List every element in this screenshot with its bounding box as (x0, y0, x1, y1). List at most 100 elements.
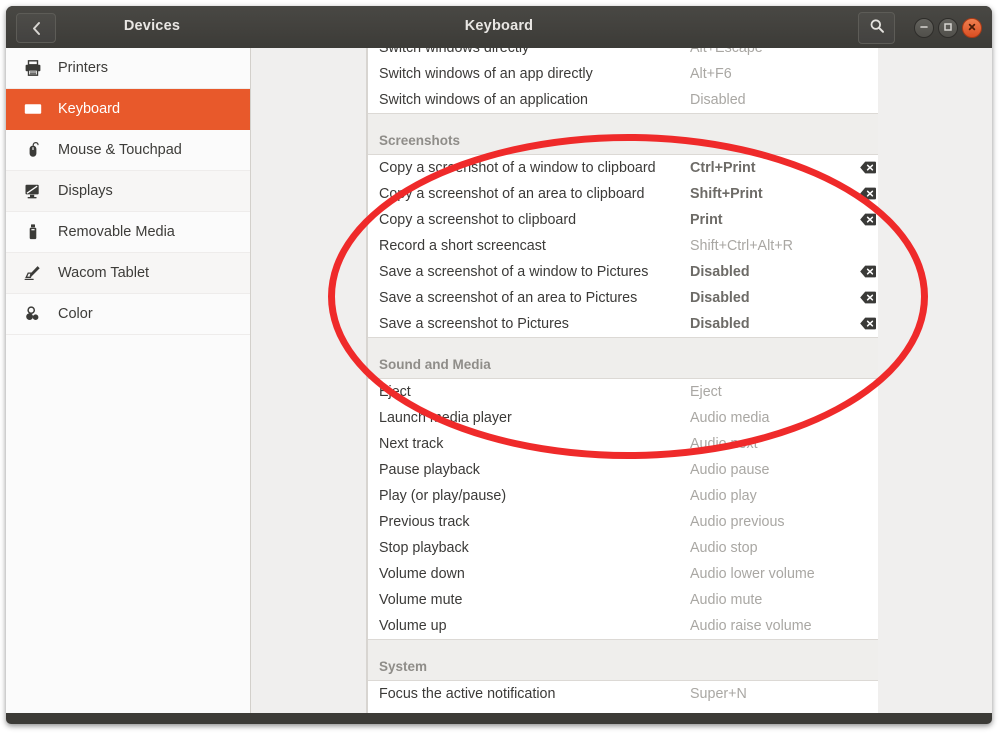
window-titlebar: Devices Keyboard (6, 6, 992, 48)
shortcut-accelerator[interactable]: Alt+Escape (690, 48, 763, 56)
search-button[interactable] (858, 12, 895, 44)
wacom-tablet-icon (24, 264, 50, 282)
maximize-button[interactable] (938, 18, 958, 38)
backspace-clear-icon[interactable] (860, 187, 876, 200)
shortcut-accelerator[interactable]: Audio next (690, 436, 758, 452)
shortcuts-scroll-content: Switch windows directly Alt+Escape Switch … (368, 48, 878, 707)
sidebar-item-label: Removable Media (58, 224, 175, 240)
sidebar-item-label: Printers (58, 60, 108, 76)
shortcut-accelerator[interactable]: Audio raise volume (690, 618, 812, 634)
shortcut-label: Record a short screencast (379, 238, 546, 254)
shortcut-label: Previous track (379, 514, 470, 530)
window-controls (914, 18, 982, 38)
sidebar-item-label: Mouse & Touchpad (58, 142, 182, 158)
left-gutter (251, 48, 367, 713)
maximize-icon (943, 19, 953, 37)
shortcut-label: Switch windows of an application (379, 92, 589, 108)
shortcut-accelerator[interactable]: Audio pause (690, 462, 770, 478)
shortcut-row[interactable]: Save a screenshot to Pictures Disabled (368, 311, 878, 337)
sidebar-item-keyboard[interactable]: Keyboard (6, 89, 250, 130)
shortcut-row[interactable]: Previous track Audio previous (368, 509, 878, 535)
shortcut-accelerator[interactable]: Disabled (690, 264, 750, 280)
shortcut-row[interactable]: Volume mute Audio mute (368, 587, 878, 613)
shortcut-label: Volume down (379, 566, 465, 582)
shortcut-label: Save a screenshot of a window to Picture… (379, 264, 649, 280)
shortcut-accelerator[interactable]: Audio lower volume (690, 566, 815, 582)
shortcut-label: Next track (379, 436, 444, 452)
shortcuts-list[interactable]: Switch windows directly Alt+Escape Switch … (367, 48, 878, 713)
backspace-clear-icon[interactable] (860, 161, 876, 174)
settings-window: Devices Keyboard Printers Keyboard Mouse… (6, 6, 992, 724)
backspace-clear-icon[interactable] (860, 317, 876, 330)
shortcut-label: Copy a screenshot of an area to clipboar… (379, 186, 645, 202)
backspace-clear-icon[interactable] (860, 291, 876, 304)
shortcut-accelerator[interactable]: Print (690, 212, 723, 228)
shortcut-accelerator[interactable]: Audio play (690, 488, 757, 504)
shortcut-accelerator[interactable]: Ctrl+Print (690, 160, 756, 176)
shortcut-row[interactable]: Switch windows directly Alt+Escape (368, 48, 878, 61)
shortcut-row[interactable]: Record a short screencast Shift+Ctrl+Alt+… (368, 233, 878, 259)
shortcut-label: Focus the active notification (379, 686, 556, 702)
shortcut-accelerator[interactable]: Audio media (690, 410, 769, 426)
shortcut-row[interactable]: Copy a screenshot of a window to clipboa… (368, 155, 878, 181)
backspace-clear-icon[interactable] (860, 213, 876, 226)
display-icon (24, 182, 50, 200)
shortcut-row[interactable]: Switch windows of an app directly Alt+F6 (368, 61, 878, 87)
sidebar-item-wacom-tablet[interactable]: Wacom Tablet (6, 253, 250, 294)
shortcut-accelerator[interactable]: Eject (690, 384, 722, 400)
minimize-icon (919, 19, 929, 37)
close-button[interactable] (962, 18, 982, 38)
shortcut-label: Pause playback (379, 462, 480, 478)
shortcut-accelerator[interactable]: Audio stop (690, 540, 758, 556)
shortcut-row[interactable]: Stop playback Audio stop (368, 535, 878, 561)
shortcut-row[interactable]: Save a screenshot of a window to Picture… (368, 259, 878, 285)
section-header: System (368, 639, 878, 681)
shortcut-label: Switch windows of an app directly (379, 66, 593, 82)
sidebar-item-displays[interactable]: Displays (6, 171, 250, 212)
shortcut-row[interactable]: Eject Eject (368, 379, 878, 405)
shortcut-row[interactable]: Volume down Audio lower volume (368, 561, 878, 587)
shortcut-label: Save a screenshot of an area to Pictures (379, 290, 638, 306)
sidebar-item-removable-media[interactable]: Removable Media (6, 212, 250, 253)
shortcut-row[interactable]: Copy a screenshot to clipboard Print (368, 207, 878, 233)
sidebar-item-printers[interactable]: Printers (6, 48, 250, 89)
section-header: Screenshots (368, 113, 878, 155)
shortcut-row[interactable]: Next track Audio next (368, 431, 878, 457)
mouse-icon (24, 141, 50, 159)
shortcut-row[interactable]: Save a screenshot of an area to Pictures… (368, 285, 878, 311)
backspace-clear-icon[interactable] (860, 265, 876, 278)
section-header: Sound and Media (368, 337, 878, 379)
shortcut-accelerator[interactable]: Disabled (690, 316, 750, 332)
shortcut-accelerator[interactable]: Shift+Ctrl+Alt+R (690, 238, 793, 254)
shortcut-row[interactable]: Focus the active notification Super+N (368, 681, 878, 707)
shortcut-label: Save a screenshot to Pictures (379, 316, 569, 332)
shortcut-label: Volume mute (379, 592, 463, 608)
minimize-button[interactable] (914, 18, 934, 38)
close-icon (967, 19, 977, 37)
shortcut-label: Stop playback (379, 540, 469, 556)
shortcut-label: Launch media player (379, 410, 512, 426)
shortcut-accelerator[interactable]: Shift+Print (690, 186, 763, 202)
sidebar-item-label: Keyboard (58, 101, 121, 117)
page-title: Keyboard (464, 18, 534, 34)
shortcut-label: Copy a screenshot of a window to clipboa… (379, 160, 656, 176)
shortcut-row[interactable]: Play (or play/pause) Audio play (368, 483, 878, 509)
sidebar-item-color[interactable]: Color (6, 294, 250, 335)
shortcut-row[interactable]: Switch windows of an application Disabled (368, 87, 878, 113)
shortcut-accelerator[interactable]: Disabled (690, 290, 750, 306)
shortcut-label: Volume up (379, 618, 447, 634)
shortcut-accelerator[interactable]: Audio previous (690, 514, 785, 530)
shortcut-accelerator[interactable]: Disabled (690, 92, 746, 108)
shortcut-row[interactable]: Volume up Audio raise volume (368, 613, 878, 639)
shortcut-row[interactable]: Pause playback Audio pause (368, 457, 878, 483)
window-content: Printers Keyboard Mouse & Touchpad Displays… (6, 48, 992, 713)
screen: Devices Keyboard Printers Keyboard Mouse… (0, 0, 1006, 736)
shortcut-accelerator[interactable]: Super+N (690, 686, 747, 702)
shortcut-accelerator[interactable]: Alt+F6 (690, 66, 732, 82)
sidebar-item-mouse-touchpad[interactable]: Mouse & Touchpad (6, 130, 250, 171)
shortcut-label: Play (or play/pause) (379, 488, 507, 504)
keyboard-icon (24, 100, 50, 118)
shortcut-row[interactable]: Launch media player Audio media (368, 405, 878, 431)
shortcut-accelerator[interactable]: Audio mute (690, 592, 762, 608)
shortcut-row[interactable]: Copy a screenshot of an area to clipboar… (368, 181, 878, 207)
